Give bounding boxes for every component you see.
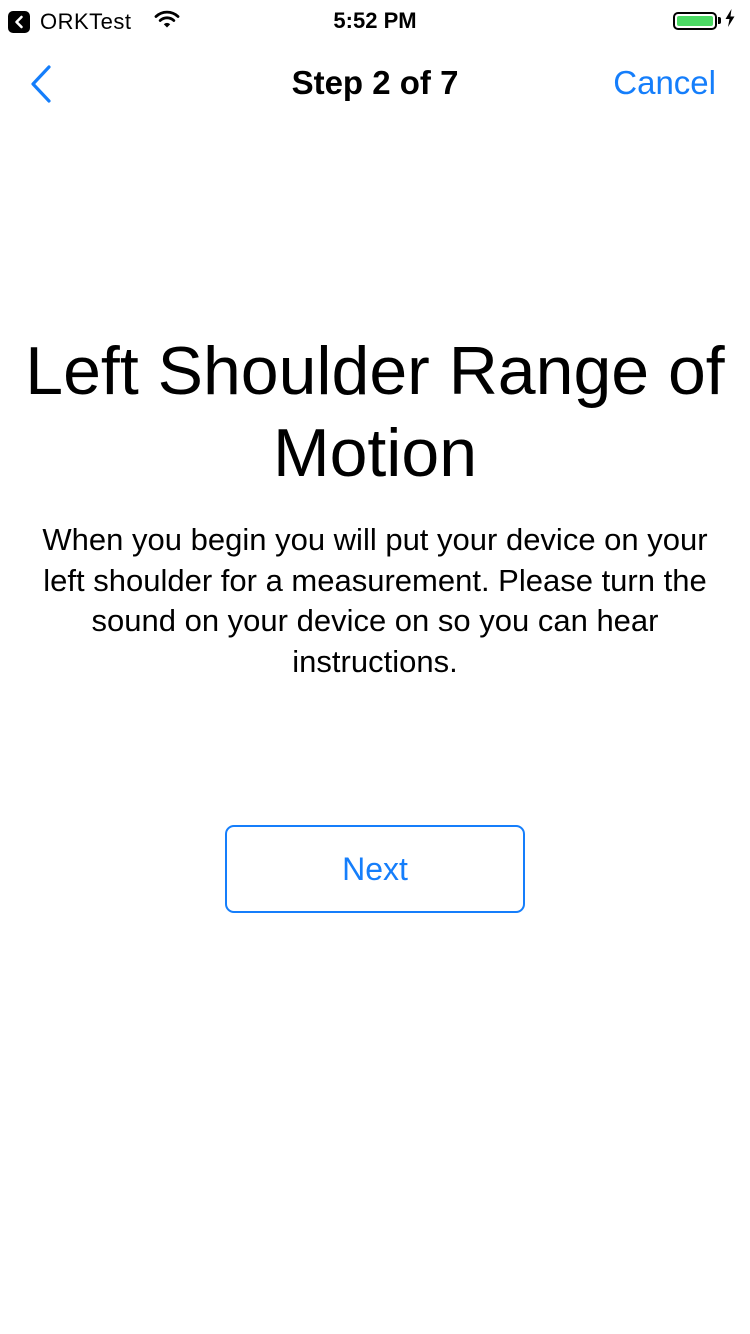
battery-cap bbox=[718, 17, 721, 24]
battery-level-fill bbox=[677, 15, 713, 26]
step-title: Left Shoulder Range of Motion bbox=[25, 333, 725, 491]
status-bar: ORKTest 5:52 PM bbox=[0, 0, 750, 40]
battery-icon bbox=[673, 11, 717, 30]
chevron-left-icon bbox=[28, 65, 62, 110]
next-button[interactable]: Next bbox=[225, 825, 525, 913]
back-button[interactable] bbox=[28, 62, 62, 106]
charging-bolt-icon bbox=[725, 9, 735, 32]
navigation-bar: Step 2 of 7 Cancel bbox=[0, 40, 750, 128]
status-time: 5:52 PM bbox=[333, 8, 417, 33]
cancel-button[interactable]: Cancel bbox=[613, 64, 716, 102]
battery-indicator bbox=[673, 9, 735, 32]
step-description: When you begin you will put your device … bbox=[42, 522, 708, 679]
